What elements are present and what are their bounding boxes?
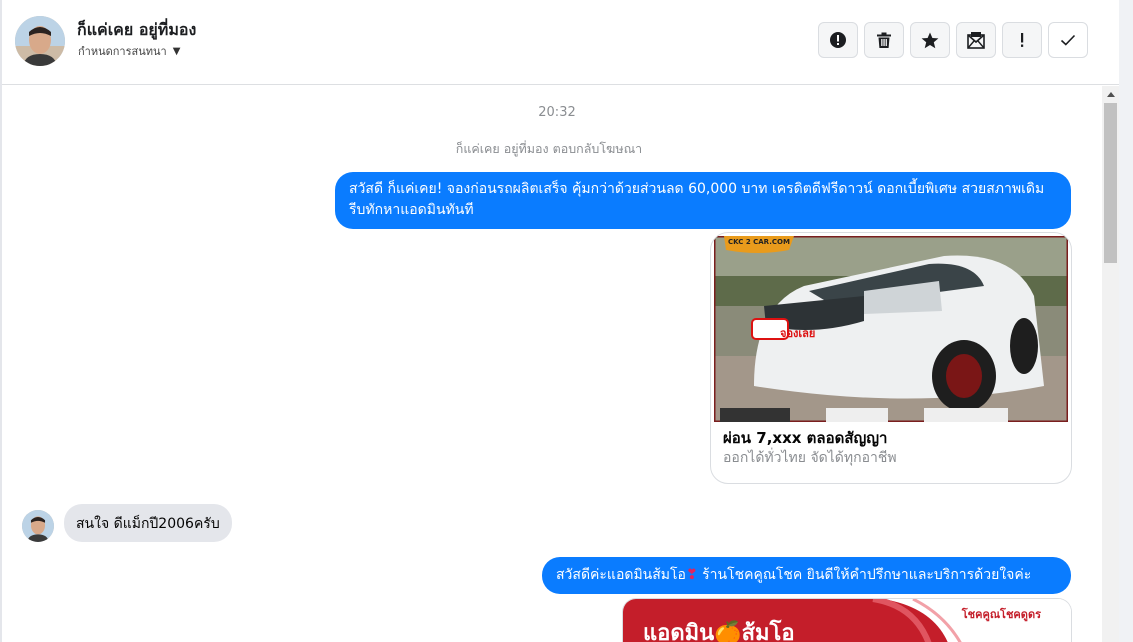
heart-exclamation-icon: ❣ <box>685 567 698 583</box>
envelope-icon <box>967 32 985 49</box>
mark-unread-button[interactable] <box>956 22 996 58</box>
scroll-up-arrow-icon[interactable] <box>1102 86 1119 102</box>
caret-down-icon: ▼ <box>172 45 181 57</box>
ad-image-badge: CKC 2 CAR.COM <box>728 238 790 246</box>
sender-avatar <box>22 510 54 542</box>
banner-text: แอดมิน🍊ส้มโอ <box>643 621 795 642</box>
image-attachment-card[interactable]: แอดมิน🍊ส้มโอ โชคคูณโชคดูดร <box>622 598 1072 642</box>
contact-avatar[interactable] <box>15 16 65 66</box>
alert-circle-icon <box>830 32 846 48</box>
message-text: ร้านโชคคูณโชค ยินดีให้คำปรึกษาและบริการด… <box>697 567 1032 583</box>
exclamation-icon <box>1021 33 1024 47</box>
ad-card-subtitle: ออกได้ทั่วไทย จัดได้ทุกอาชีพ <box>723 450 897 466</box>
trash-icon <box>877 32 891 48</box>
check-icon <box>1060 34 1076 46</box>
conversation-header: ก็แค่เคย อยู่ที่มอง กำหนดการสนทนา ▼ <box>2 0 1119 85</box>
delete-button[interactable] <box>864 22 904 58</box>
message-text: สวัสดีค่ะแอดมินส้มโอ <box>556 567 686 583</box>
message-thread: 20:32 ก็แค่เคย อยู่ที่มอง ตอบกลับโฆษณา ส… <box>2 86 1102 642</box>
mark-done-button[interactable] <box>1048 22 1088 58</box>
conversation-settings-dropdown[interactable]: กำหนดการสนทนา ▼ <box>78 42 180 60</box>
mark-spam-button[interactable] <box>818 22 858 58</box>
contact-name: ก็แค่เคย อยู่ที่มอง <box>77 20 197 39</box>
outgoing-message-bubble[interactable]: สวัสดี ก็แค่เคย! จองก่อนรถผลิตเสร็จ คุ้ม… <box>335 172 1071 229</box>
thread-scrollbar[interactable] <box>1102 86 1119 642</box>
car-ad-image: CKC 2 CAR.COM จองเลย <box>714 236 1068 422</box>
message-timestamp: 20:32 <box>538 105 576 120</box>
star-button[interactable] <box>910 22 950 58</box>
incoming-message-bubble[interactable]: สนใจ ดีแม็กปี2006ครับ <box>64 504 232 542</box>
right-gutter <box>1119 0 1133 642</box>
star-icon <box>921 32 939 48</box>
conversation-toolbar <box>818 22 1088 58</box>
conversation-settings-label: กำหนดการสนทนา <box>78 45 167 58</box>
banner-shop-name: โชคคูณโชคดูดร <box>961 608 1041 621</box>
ad-card[interactable]: CKC 2 CAR.COM จองเลย ผ่อน 7,xxx ตลอดสัญญ… <box>710 232 1072 484</box>
promo-banner-image: แอดมิน🍊ส้มโอ โชคคูณโชคดูดร <box>623 599 1071 642</box>
outgoing-message-bubble[interactable]: สวัสดีค่ะแอดมินส้มโอ❣ ร้านโชคคูณโชค ยินด… <box>542 557 1071 594</box>
ad-image-stamp: จองเลย <box>780 327 816 340</box>
ad-reply-note: ก็แค่เคย อยู่ที่มอง ตอบกลับโฆษณา <box>455 141 643 156</box>
scrollbar-thumb[interactable] <box>1104 103 1117 263</box>
flag-button[interactable] <box>1002 22 1042 58</box>
